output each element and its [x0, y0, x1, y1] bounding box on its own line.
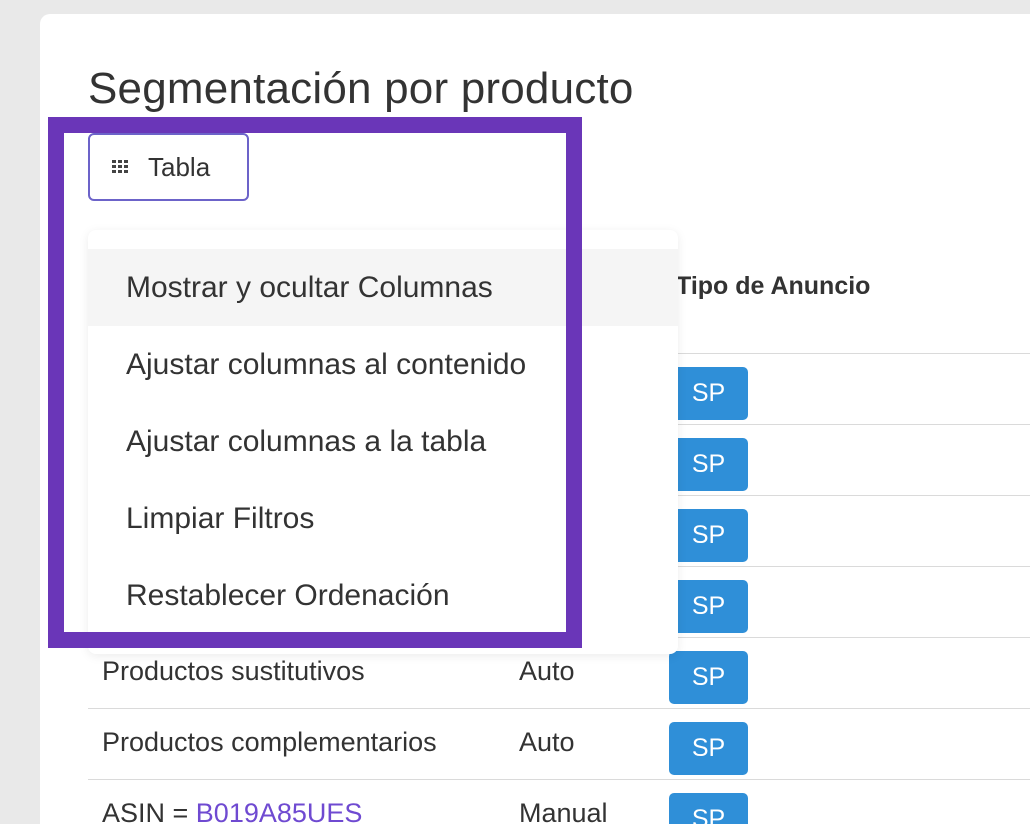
ad-type-badge: SP [669, 722, 748, 775]
row-target-name: ASIN = B019A85UES [102, 798, 362, 824]
menu-item-reset-sorting[interactable]: Restablecer Ordenación [88, 557, 678, 634]
row-targeting-type: Auto [519, 656, 575, 686]
ad-type-badge: SP [669, 651, 748, 704]
asin-prefix: ASIN = [102, 798, 196, 824]
menu-item-fit-columns-to-table[interactable]: Ajustar columnas a la tabla [88, 403, 678, 480]
ad-type-badge: SP [669, 793, 748, 824]
ad-type-badge: SP [669, 438, 748, 491]
table-row[interactable]: Productos complementarios Auto SP [88, 709, 1030, 780]
menu-item-clear-filters[interactable]: Limpiar Filtros [88, 480, 678, 557]
asin-link[interactable]: B019A85UES [196, 798, 363, 824]
ad-type-badge: SP [669, 509, 748, 562]
row-target-name: Productos complementarios [102, 727, 437, 757]
ad-type-badge: SP [669, 580, 748, 633]
table-menu-button[interactable]: Tabla [88, 133, 249, 201]
table-row[interactable]: ASIN = B019A85UES Manual SP [88, 780, 1030, 824]
page-title: Segmentación por producto [88, 64, 634, 113]
row-target-name: Productos sustitutivos [102, 656, 365, 686]
menu-item-show-hide-columns[interactable]: Mostrar y ocultar Columnas [88, 249, 678, 326]
columns-icon [112, 158, 134, 176]
row-targeting-type: Manual [519, 798, 608, 824]
menu-item-fit-columns-to-content[interactable]: Ajustar columnas al contenido [88, 326, 678, 403]
column-header-ad-type[interactable]: Tipo de Anuncio [676, 272, 870, 301]
table-button-label: Tabla [148, 151, 211, 182]
table-options-dropdown: Mostrar y ocultar Columnas Ajustar colum… [88, 230, 678, 654]
row-targeting-type: Auto [519, 727, 575, 757]
ad-type-badge: SP [669, 367, 748, 420]
